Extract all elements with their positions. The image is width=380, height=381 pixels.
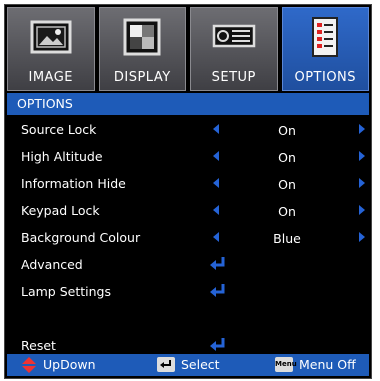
row-label: Reset [21,338,56,353]
options-icon [312,17,339,57]
left-arrow-icon[interactable] [213,124,219,134]
row-information-hide[interactable]: Information Hide On [7,171,369,196]
tab-display-label: DISPLAY [113,70,171,85]
row-label: Source Lock [21,122,97,137]
row-value: On [278,204,296,219]
tab-options-label: OPTIONS [294,70,357,85]
row-advanced[interactable]: Advanced [7,252,369,277]
tab-setup-label: SETUP [211,70,256,85]
row-value: On [278,177,296,192]
row-source-lock[interactable]: Source Lock On [7,117,369,142]
row-value: On [278,123,296,138]
row-label: Information Hide [21,176,126,191]
left-arrow-icon[interactable] [213,178,219,188]
updown-label: UpDown [43,357,96,372]
right-arrow-icon[interactable] [359,232,365,242]
enter-icon[interactable] [208,282,228,300]
image-icon [30,20,72,54]
tab-image[interactable]: IMAGE [7,7,95,91]
left-arrow-icon[interactable] [213,205,219,215]
left-arrow-icon[interactable] [213,232,219,242]
display-icon [123,18,161,56]
row-label: Lamp Settings [21,284,111,299]
select-label: Select [181,357,220,372]
osd-menu: IMAGE DISPLAY SETUP OPTIONS OPTIONS Sour… [4,4,372,379]
projector-icon [212,24,255,48]
row-label: Background Colour [21,230,141,245]
right-arrow-icon[interactable] [359,124,365,134]
right-arrow-icon[interactable] [359,151,365,161]
tab-options[interactable]: OPTIONS [281,7,369,91]
row-lamp-settings[interactable]: Lamp Settings [7,279,369,304]
right-arrow-icon[interactable] [359,178,365,188]
row-value: Blue [273,231,301,246]
footer-bar: UpDown Select Menu Menu Off [7,354,369,376]
row-value: On [278,150,296,165]
enter-icon[interactable] [208,255,228,273]
section-title: OPTIONS [17,96,73,111]
left-arrow-icon[interactable] [213,151,219,161]
enter-icon[interactable] [208,336,228,354]
tab-display[interactable]: DISPLAY [98,7,186,91]
row-label: Keypad Lock [21,203,100,218]
updown-icon [22,357,36,373]
tab-setup[interactable]: SETUP [190,7,278,91]
row-background-colour[interactable]: Background Colour Blue [7,225,369,250]
right-arrow-icon[interactable] [359,205,365,215]
menu-off-label: Menu Off [299,357,356,372]
section-header: OPTIONS [7,93,369,115]
enter-key-icon [157,357,175,372]
tab-image-label: IMAGE [28,70,73,85]
row-label: High Altitude [21,149,103,164]
tab-bar: IMAGE DISPLAY SETUP OPTIONS [7,7,369,91]
row-high-altitude[interactable]: High Altitude On [7,144,369,169]
row-label: Advanced [21,257,83,272]
row-keypad-lock[interactable]: Keypad Lock On [7,198,369,223]
menu-key-icon: Menu [275,357,297,372]
